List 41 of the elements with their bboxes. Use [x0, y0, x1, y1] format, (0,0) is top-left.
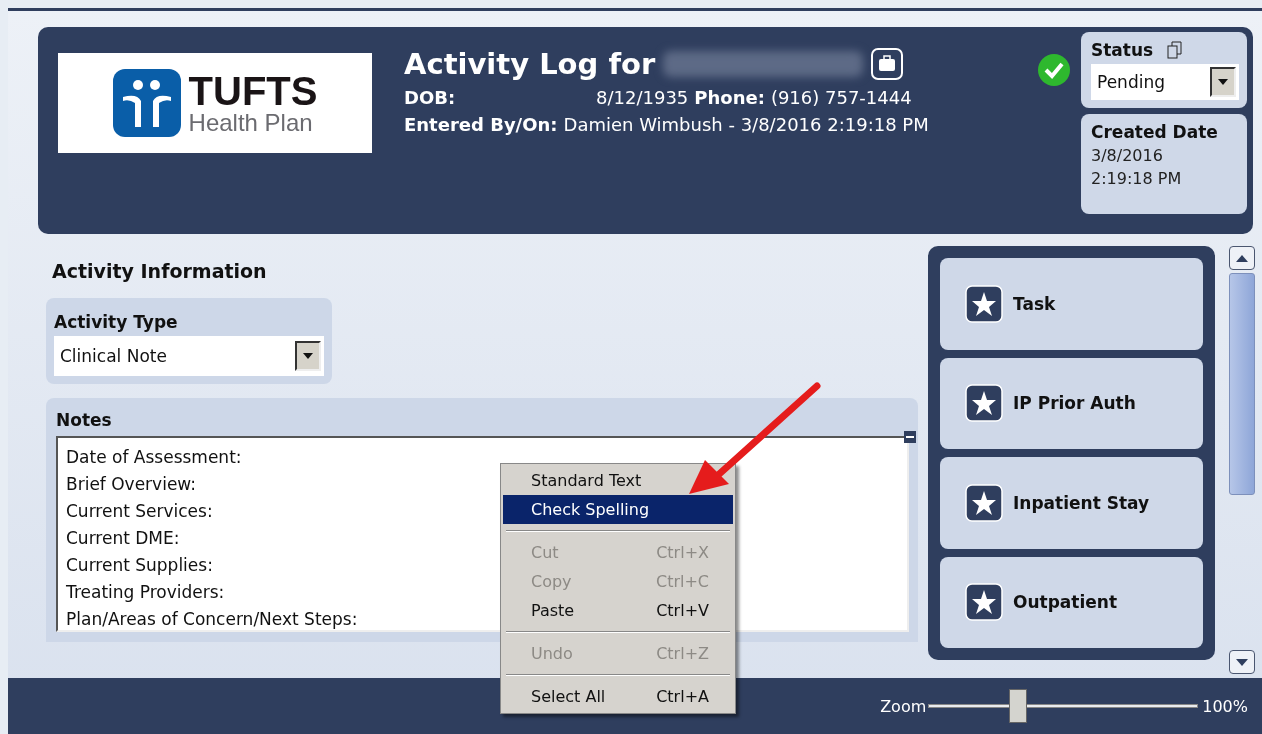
check-icon — [1037, 53, 1071, 87]
scroll-up-button[interactable] — [1229, 246, 1256, 270]
created-date-value: 3/8/2016 — [1091, 146, 1164, 165]
logo-subtitle: Health Plan — [188, 111, 314, 135]
menu-item[interactable]: Check Spelling — [503, 495, 733, 524]
action-button[interactable]: IP Prior Auth — [940, 357, 1204, 449]
entered-label: Entered By/On: — [404, 114, 558, 135]
zoom-label: Zoom — [880, 696, 927, 716]
briefcase-icon[interactable] — [871, 48, 904, 80]
phone-label: Phone: — [694, 87, 765, 108]
copy-icon[interactable] — [1167, 41, 1184, 59]
action-button[interactable]: Outpatient — [940, 556, 1204, 648]
menu-item[interactable]: Standard Text — [503, 466, 733, 495]
collapse-icon[interactable] — [904, 431, 916, 443]
scroll-down-button[interactable] — [1229, 650, 1256, 674]
caret-icon — [1218, 79, 1228, 85]
activity-type-dropdown[interactable]: Clinical Note — [54, 336, 324, 376]
phone-value: (916) 757-1444 — [770, 87, 912, 108]
zoom-slider[interactable] — [928, 689, 1199, 723]
menu-item[interactable]: Select All Ctrl+A — [503, 682, 733, 711]
zoom-value: 100% — [1202, 696, 1248, 716]
logo-wordmark: TUFTS — [188, 71, 318, 111]
caret-icon — [303, 353, 313, 359]
action-button[interactable]: Task — [940, 258, 1204, 350]
menu-item[interactable]: Paste Ctrl+V — [503, 596, 733, 625]
created-date-label: Created Date — [1091, 122, 1219, 142]
notes-label: Notes — [56, 410, 113, 430]
dob-label: DOB: — [404, 87, 457, 108]
activity-type-label: Activity Type — [54, 312, 179, 332]
dob-value: 8/12/1935 — [596, 87, 689, 108]
action-button[interactable]: Inpatient Stay — [940, 457, 1204, 549]
created-time-value: 2:19:18 PM — [1091, 169, 1183, 188]
scrollbar-thumb[interactable] — [1229, 273, 1256, 495]
people-icon — [112, 69, 181, 137]
section-heading: Activity Information — [52, 260, 268, 282]
status-dropdown[interactable]: Pending — [1091, 64, 1239, 100]
caret-up-icon — [1236, 254, 1249, 262]
entered-value: Damien Wimbush - 3/8/2016 2:19:18 PM — [563, 114, 929, 135]
page-title: Activity Log for — [404, 47, 656, 81]
status-label: Status — [1091, 40, 1154, 60]
caret-down-icon — [1236, 658, 1249, 666]
